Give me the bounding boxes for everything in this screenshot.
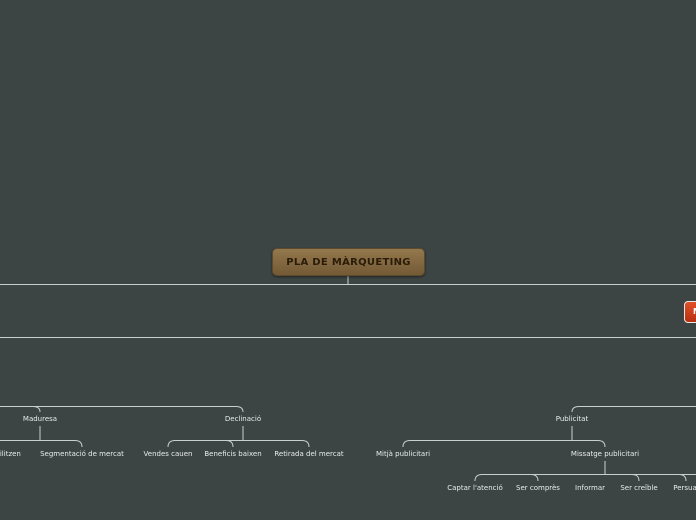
maduresa-children: [0, 440, 83, 448]
node-captar-atencio[interactable]: Captar l'atenció: [447, 484, 502, 493]
declinacio-children: [167, 440, 310, 448]
node-informar[interactable]: Informar: [575, 484, 605, 493]
node-mitja-publicitari[interactable]: Mitjà publicitari: [376, 450, 430, 459]
central-topic-label: PLA DE MÀRQUETING: [286, 256, 411, 268]
node-publicitat[interactable]: Publicitat: [556, 415, 588, 424]
node-persuadir[interactable]: Persua: [673, 484, 696, 493]
central-topic[interactable]: PLA DE MÀRQUETING: [272, 248, 425, 276]
missatge-children: [474, 474, 696, 482]
node-vendes-cauen[interactable]: Vendes cauen: [144, 450, 193, 459]
node-declinacio[interactable]: Declinació: [225, 415, 261, 424]
node-ser-creible[interactable]: Ser creïble: [620, 484, 657, 493]
node-maduresa[interactable]: Maduresa: [23, 415, 57, 424]
node-ser-compres[interactable]: Ser comprès: [516, 484, 560, 493]
node-segmentacio[interactable]: Segmentació de mercat: [40, 450, 124, 459]
node-estabilitzen[interactable]: abilitzen: [0, 450, 21, 459]
missatge-child-4: [631, 474, 640, 482]
side-topic-node[interactable]: M: [684, 301, 696, 323]
stage-bar-maduresa: [32, 406, 41, 413]
publicitat-bar: [571, 406, 696, 413]
missatge-child-2: [530, 474, 539, 482]
node-retirada-mercat[interactable]: Retirada del mercat: [274, 450, 343, 459]
node-beneficis-baixen[interactable]: Beneficis baixen: [204, 450, 261, 459]
declinacio-mid: [225, 440, 234, 448]
publicitat-children: [402, 440, 606, 448]
node-missatge-publicitari[interactable]: Missatge publicitari: [571, 450, 639, 459]
missatge-child-5: [678, 474, 687, 482]
